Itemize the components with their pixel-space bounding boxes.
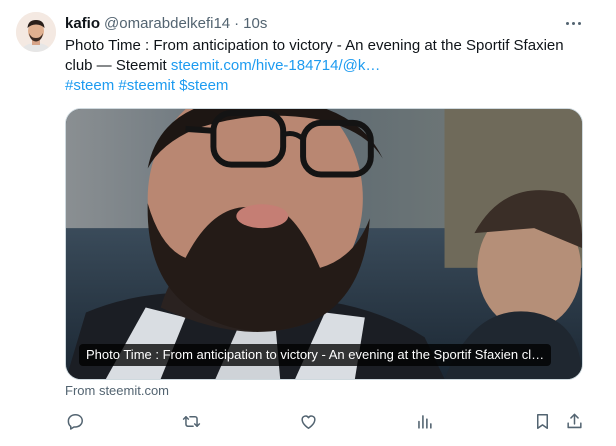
user-handle[interactable]: @omarabdelkefi14 xyxy=(104,15,230,32)
reply-icon[interactable] xyxy=(64,409,86,433)
tweet-text: Photo Time : From anticipation to victor… xyxy=(65,36,595,96)
tweet-header: kafio @omarabdelkefi14 · 10s xyxy=(65,13,267,33)
link-card-image[interactable]: Photo Time : From anticipation to victor… xyxy=(65,108,583,380)
share-icon[interactable] xyxy=(563,409,585,433)
header-separator: · xyxy=(234,14,240,32)
tweet-timestamp[interactable]: 10s xyxy=(243,15,267,32)
avatar[interactable] xyxy=(16,12,56,52)
display-name[interactable]: kafio xyxy=(65,15,100,32)
retweet-icon[interactable] xyxy=(180,409,202,433)
link-card-title: Photo Time : From anticipation to victor… xyxy=(79,344,552,366)
avatar-image xyxy=(16,12,56,52)
views-icon[interactable] xyxy=(413,409,435,433)
photo-image xyxy=(66,109,582,379)
tweet[interactable]: kafio @omarabdelkefi14 · 10s Photo Time … xyxy=(0,0,616,446)
bookmark-icon[interactable] xyxy=(531,409,553,433)
tweet-hashtags[interactable]: #steem #steemit $steem xyxy=(65,77,228,94)
tweet-link[interactable]: steemit.com/hive-184714/@k… xyxy=(171,57,380,74)
more-icon[interactable] xyxy=(560,12,586,34)
action-bar xyxy=(0,409,616,435)
like-icon[interactable] xyxy=(297,409,319,433)
link-source[interactable]: From steemit.com xyxy=(65,383,169,399)
